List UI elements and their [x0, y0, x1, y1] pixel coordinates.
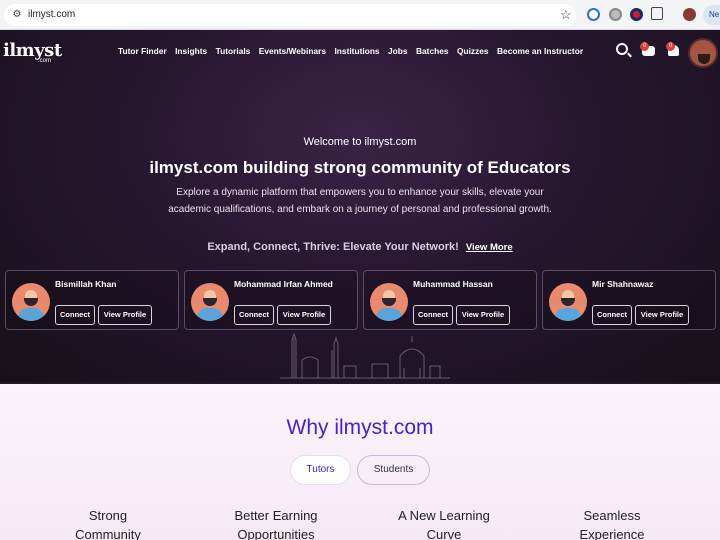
messages-badge: 0 [640, 42, 649, 51]
profile-card: Bismillah Khan Connect View Profile [5, 270, 179, 330]
site-logo-sub: .com [38, 58, 52, 64]
hero-description: Explore a dynamic platform that empowers… [168, 187, 552, 215]
profile-avatar[interactable] [191, 283, 229, 321]
why-section: Why ilmyst.com Tutors Students Strong Co… [0, 384, 720, 540]
site-logo[interactable]: ilmyst [3, 40, 62, 61]
profile-avatar[interactable] [549, 283, 587, 321]
notifications-badge: 0 [666, 42, 675, 51]
address-bar[interactable]: ⚙ ilmyst.com ☆ [4, 4, 576, 26]
nav-tutorials[interactable]: Tutorials [216, 46, 251, 56]
extension-record-icon[interactable] [630, 8, 643, 21]
connect-button[interactable]: Connect [234, 305, 274, 325]
hero-title: ilmyst.com building strong community of … [149, 158, 571, 177]
skyline-illustration [280, 332, 450, 379]
feature-line: Experience [579, 527, 645, 540]
feature-strong-community: Strong Community [48, 506, 168, 540]
feature-line: Opportunities [237, 527, 315, 540]
extension-grey-icon[interactable] [609, 8, 622, 21]
nav-institutions[interactable]: Institutions [334, 46, 379, 56]
site-hero: ilmyst .com Tutor Finder Insights Tutori… [0, 30, 720, 382]
hero-kicker: Welcome to ilmyst.com [303, 136, 417, 148]
view-profile-button[interactable]: View Profile [98, 305, 152, 325]
feature-line: Better Earning [234, 508, 318, 523]
network-tagline: Expand, Connect, Thrive: Elevate Your Ne… [0, 241, 720, 253]
nav-batches[interactable]: Batches [416, 46, 449, 56]
user-avatar[interactable] [688, 38, 718, 68]
nav-events-webinars[interactable]: Events/Webinars [259, 46, 326, 56]
extensions-puzzle-icon[interactable] [651, 7, 663, 20]
feature-line: Community [75, 527, 141, 540]
profile-avatar[interactable] [370, 283, 408, 321]
connect-button[interactable]: Connect [592, 305, 632, 325]
browser-toolbar: ⚙ ilmyst.com ☆ Ne [0, 0, 720, 30]
nav-become-instructor[interactable]: Become an Instructor [497, 46, 583, 56]
connect-button[interactable]: Connect [55, 305, 95, 325]
nav-tutor-finder[interactable]: Tutor Finder [118, 46, 167, 56]
profile-name: Muhammad Hassan [413, 279, 493, 289]
feature-line: A New Learning [398, 508, 490, 523]
tab-students[interactable]: Students [357, 455, 430, 485]
bookmark-star-icon[interactable]: ☆ [560, 7, 572, 23]
why-title: Why ilmyst.com [286, 416, 434, 439]
url-text[interactable]: ilmyst.com [28, 8, 75, 22]
feature-better-earning: Better Earning Opportunities [216, 506, 336, 540]
view-profile-button[interactable]: View Profile [456, 305, 510, 325]
profile-name: Mir Shahnawaz [592, 279, 654, 289]
profile-card: Mir Shahnawaz Connect View Profile [542, 270, 716, 330]
feature-seamless-experience: Seamless Experience [552, 506, 672, 540]
feature-new-learning: A New Learning Curve [384, 506, 504, 540]
nav-jobs[interactable]: Jobs [388, 46, 408, 56]
view-more-link[interactable]: View More [466, 242, 513, 253]
browser-profile-avatar[interactable] [683, 8, 696, 21]
view-profile-button[interactable]: View Profile [635, 305, 689, 325]
extension-edge-icon[interactable] [587, 8, 600, 21]
nav-quizzes[interactable]: Quizzes [457, 46, 489, 56]
new-tab-button[interactable]: Ne [703, 5, 720, 25]
view-profile-button[interactable]: View Profile [277, 305, 331, 325]
profile-avatar[interactable] [12, 283, 50, 321]
profile-card: Muhammad Hassan Connect View Profile [363, 270, 537, 330]
site-settings-icon[interactable]: ⚙ [10, 8, 24, 22]
main-nav: Tutor Finder Insights Tutorials Events/W… [118, 46, 583, 56]
feature-line: Seamless [583, 508, 641, 523]
profile-name: Mohammad Irfan Ahmed [234, 279, 333, 289]
profile-card: Mohammad Irfan Ahmed Connect View Profil… [184, 270, 358, 330]
tab-tutors[interactable]: Tutors [290, 455, 351, 485]
feature-line: Curve [426, 527, 462, 540]
profile-name: Bismillah Khan [55, 279, 117, 289]
feature-line: Strong [88, 508, 128, 523]
search-icon[interactable] [616, 43, 628, 55]
profile-cards: Bismillah Khan Connect View Profile Moha… [5, 270, 720, 330]
tagline-text: Expand, Connect, Thrive: Elevate Your Ne… [207, 241, 459, 253]
connect-button[interactable]: Connect [413, 305, 453, 325]
nav-insights[interactable]: Insights [175, 46, 207, 56]
